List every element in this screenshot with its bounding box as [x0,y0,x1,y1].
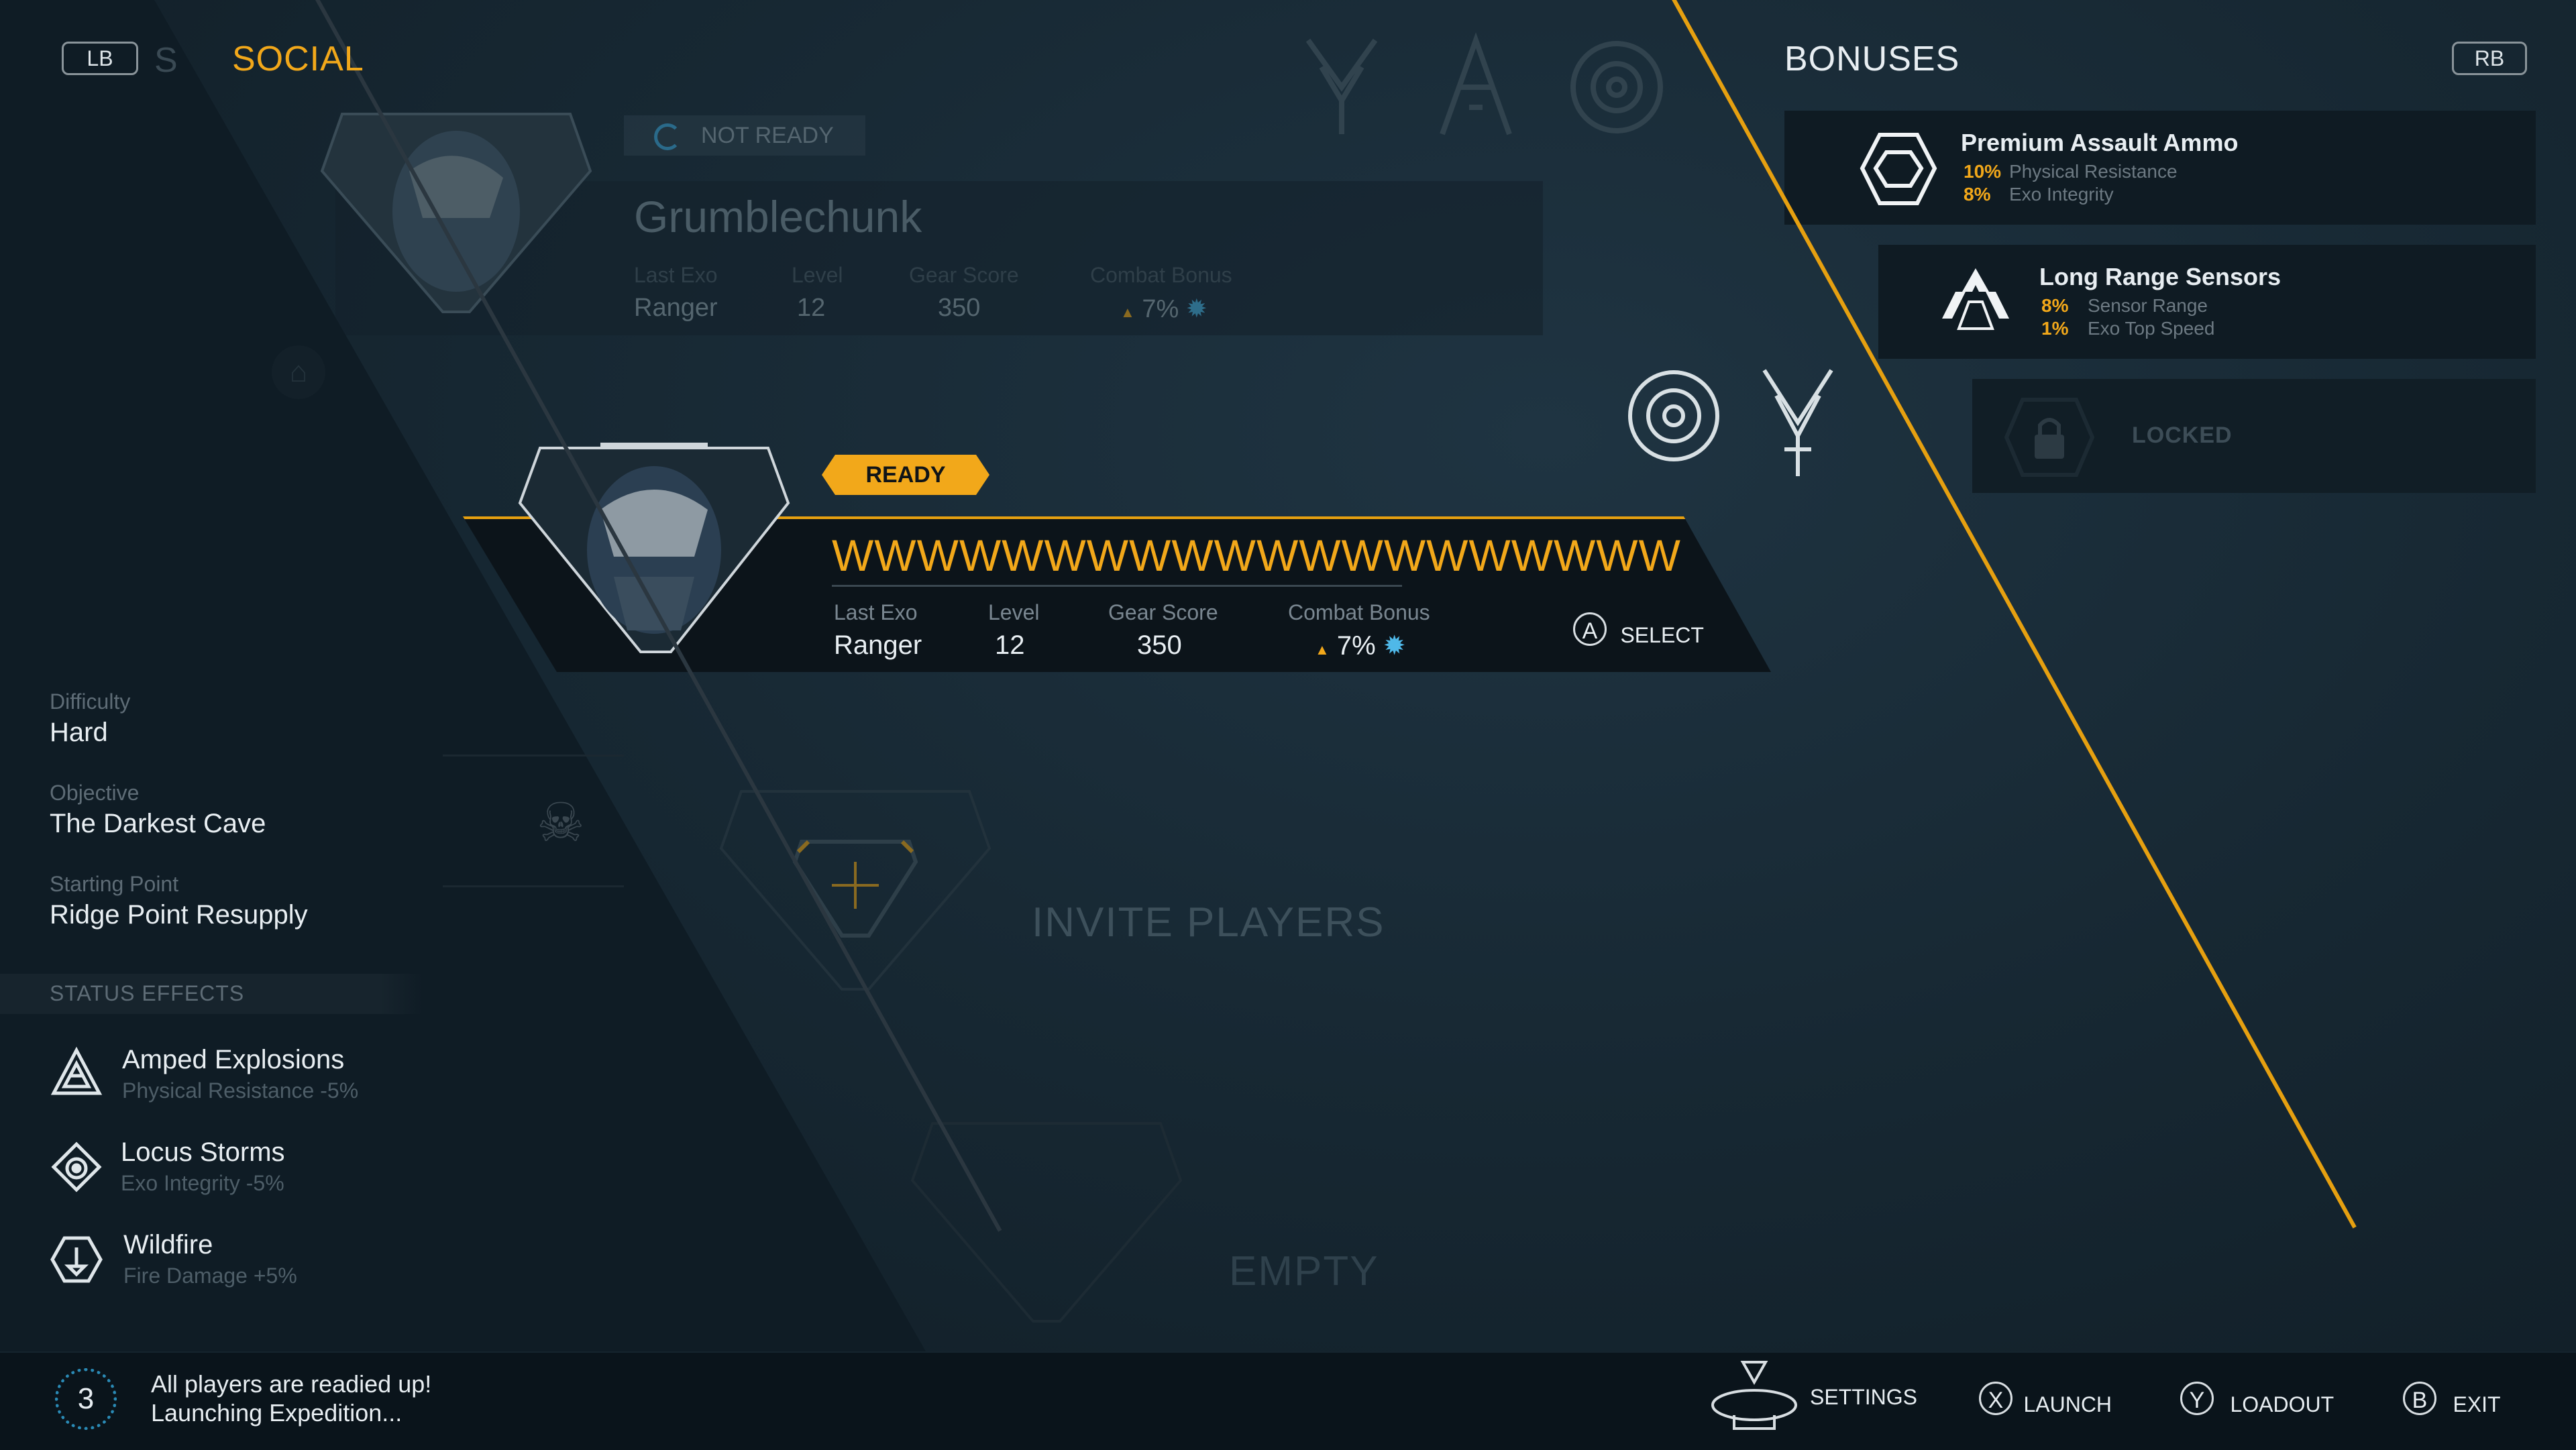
stat-label-combat-1: Combat Bonus [1090,263,1232,287]
starting-point-value: Ridge Point Resupply [50,900,308,930]
exit-label: EXIT [2453,1392,2501,1417]
rb-button[interactable]: RB [2452,42,2527,75]
stat-label-level-1: Level [792,263,843,287]
loadout-button[interactable]: Y LOADOUT [2180,1382,2334,1417]
bonus-title: Long Range Sensors [2039,263,2282,290]
player-name-1: Grumblechunk [634,192,922,241]
name-divider [832,585,1402,587]
a-button-icon: A [1573,612,1607,646]
stat-level-1: 12 [797,294,826,322]
invite-slot-frame[interactable] [714,788,996,996]
bonus-pct: 8% [1964,184,1991,205]
status-effect-name: Locus Storms [121,1137,285,1167]
up-arrow-icon: ▲ [1120,304,1135,321]
empty-slot-frame [910,1122,1183,1323]
status-effect-name: Amped Explosions [122,1045,345,1074]
footer-message-1: All players are readied up! [151,1370,432,1398]
stat-combat-2: ▲ 7% ✹ [1315,631,1406,661]
loading-spinner-icon [654,123,681,150]
divider [443,755,624,757]
loadout-label: LOADOUT [2230,1392,2334,1417]
social-label-partial: S [154,41,178,80]
exit-button[interactable]: B EXIT [2403,1382,2501,1417]
player-name-2: WWWWWWWWWWWWWWWWWWWW [832,531,1681,580]
touchpad-icon [1711,1361,1797,1430]
stat-label-exo-1: Last Exo [634,263,718,287]
wildfire-icon [50,1236,103,1283]
stat-combat-1: ▲ 7% ✹ [1120,295,1208,323]
active-class-emblems [1628,369,1833,476]
lb-button[interactable]: LB [62,42,138,75]
sensor-icon [1942,268,2009,330]
bonus-pct: 8% [2041,295,2069,316]
player-portrait-1 [320,113,592,313]
launch-button[interactable]: X LAUNCH [1979,1382,2112,1417]
difficulty-label: Difficulty [50,689,131,714]
bonus-stat: Sensor Range [2088,295,2208,316]
objective-label: Objective [50,781,140,805]
snowflake-icon: ✹ [1383,631,1406,661]
y-button-icon: Y [2180,1382,2214,1415]
empty-slot-label: EMPTY [1229,1248,1379,1294]
stat-label-level-2: Level [988,600,1040,624]
tab-social[interactable]: SOCIAL [232,39,364,79]
invite-players-label[interactable]: INVITE PLAYERS [1032,899,1385,946]
status-badge-not-ready: NOT READY [624,115,865,156]
status-effects-header: STATUS EFFECTS [50,981,245,1005]
up-arrow-icon: ▲ [1315,641,1330,658]
countdown-timer: 3 [55,1368,117,1430]
stat-gear-2: 350 [1137,630,1182,660]
stat-exo-1: Ranger [634,294,718,322]
select-button[interactable]: A SELECT [1573,612,1704,648]
difficulty-value: Hard [50,718,108,747]
player-portrait-2 [518,443,790,653]
institution-icon: ⌂ [272,345,325,399]
stat-label-combat-2: Combat Bonus [1288,600,1430,624]
stat-exo-2: Ranger [834,630,922,660]
stat-label-gear-1: Gear Score [909,263,1019,287]
divider [443,885,624,887]
locus-storms-icon [51,1141,102,1192]
bonus-title: Premium Assault Ammo [1961,129,2239,156]
class-emblems-faded [1305,32,1663,135]
starting-point-label: Starting Point [50,872,179,896]
lock-icon [2004,398,2095,477]
objective-value: The Darkest Cave [50,809,266,838]
stat-gear-1: 350 [938,294,981,322]
amped-explosions-icon [50,1046,103,1095]
stat-label-gear-2: Gear Score [1108,600,1218,624]
hexagon-ammo-icon [1860,133,1937,205]
skull-icon: ☠ [537,793,585,852]
launch-label: LAUNCH [2023,1392,2112,1417]
bonus-stat: Exo Integrity [2009,184,2114,205]
locked-label: LOCKED [2132,423,2233,448]
stat-level-2: 12 [995,630,1025,660]
settings-label: SETTINGS [1810,1385,1918,1409]
bonus-stat: Exo Top Speed [2088,318,2215,339]
bonus-pct: 1% [2041,318,2069,339]
status-effect-name: Wildfire [123,1230,213,1260]
bonus-pct: 10% [1964,161,2002,182]
b-button-icon: B [2403,1382,2436,1415]
x-button-icon: X [1979,1382,2012,1415]
status-effect-detail: Exo Integrity -5% [121,1171,284,1195]
snowflake-icon: ✹ [1185,295,1208,323]
stat-label-exo-2: Last Exo [834,600,918,624]
footer-message-2: Launching Expedition... [151,1399,402,1427]
add-player-icon [832,862,879,909]
status-effect-detail: Fire Damage +5% [123,1264,297,1288]
bonus-stat: Physical Resistance [2009,161,2178,182]
status-badge-ready: READY [822,455,989,495]
select-label: SELECT [1620,623,1704,648]
status-effect-detail: Physical Resistance -5% [122,1078,359,1103]
tab-bonuses[interactable]: BONUSES [1784,39,1960,79]
